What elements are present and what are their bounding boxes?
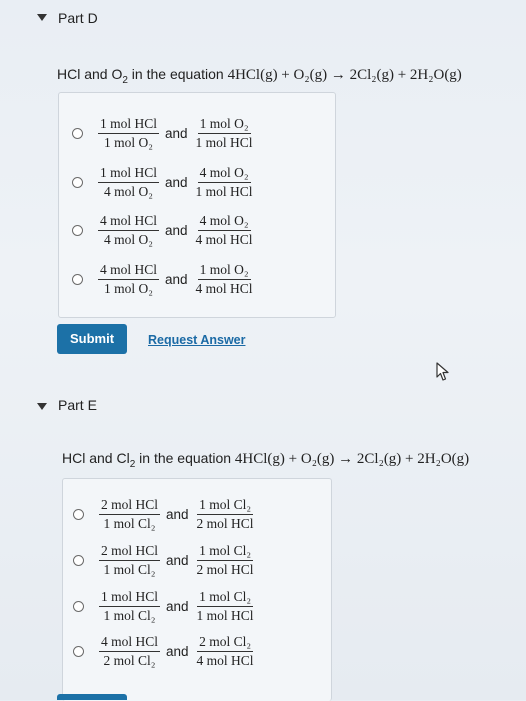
fraction: 2 mol HCl 1 mol Cl₂ xyxy=(99,543,161,578)
part-e-option-4[interactable]: 4 mol HCl 2 mol Cl₂ and 2 mol Cl₂ 4 mol HC… xyxy=(73,634,256,669)
part-e-submit-button-partial[interactable] xyxy=(57,694,127,700)
and-text: and xyxy=(166,599,189,614)
fraction: 1 mol O₂ 4 mol HCl xyxy=(194,262,255,297)
denominator: 4 mol O₂ xyxy=(104,232,153,247)
fraction: 1 mol Cl₂ 2 mol HCl xyxy=(195,543,256,578)
fraction: 1 mol Cl₂ 2 mol HCl xyxy=(195,497,256,532)
denominator: 2 mol HCl xyxy=(196,516,254,531)
numerator: 1 mol HCl xyxy=(99,589,161,607)
numerator: 4 mol O₂ xyxy=(197,213,251,231)
fraction: 1 mol Cl₂ 1 mol HCl xyxy=(195,589,256,624)
radio-button[interactable] xyxy=(72,177,83,188)
radio-button[interactable] xyxy=(73,509,84,520)
radio-button[interactable] xyxy=(72,128,83,139)
question-text: HCl and O xyxy=(57,66,123,82)
part-d-label[interactable]: Part D xyxy=(58,10,98,26)
fraction: 2 mol Cl₂ 4 mol HCl xyxy=(195,634,256,669)
numerator: 2 mol HCl xyxy=(99,497,161,515)
fraction: 2 mol HCl 1 mol Cl₂ xyxy=(99,497,161,532)
and-text: and xyxy=(166,553,189,568)
numerator: 2 mol HCl xyxy=(99,543,161,561)
fraction: 4 mol HCl 4 mol O₂ xyxy=(98,213,160,248)
and-text: and xyxy=(165,175,188,190)
numerator: 1 mol O₂ xyxy=(197,116,251,134)
collapse-caret-icon[interactable] xyxy=(37,403,47,410)
fraction: 1 mol HCl 1 mol O₂ xyxy=(98,116,160,151)
chemical-equation: 4HCl(g) + O₂(g) → 2Cl₂(g) + 2H₂O(g) xyxy=(234,451,470,467)
and-text: and xyxy=(166,507,189,522)
numerator: 1 mol O₂ xyxy=(197,262,251,280)
numerator: 1 mol Cl₂ xyxy=(197,543,254,561)
part-d-option-2[interactable]: 1 mol HCl 4 mol O₂ and 4 mol O₂ 1 mol HCl xyxy=(72,165,255,200)
radio-button[interactable] xyxy=(73,555,84,566)
numerator: 4 mol HCl xyxy=(99,634,161,652)
collapse-caret-icon[interactable] xyxy=(37,14,47,21)
part-e-option-1[interactable]: 2 mol HCl 1 mol Cl₂ and 1 mol Cl₂ 2 mol HC… xyxy=(73,497,256,532)
denominator: 4 mol HCl xyxy=(195,232,253,247)
denominator: 1 mol O₂ xyxy=(104,135,153,150)
and-text: and xyxy=(165,272,188,287)
numerator: 4 mol HCl xyxy=(98,262,160,280)
denominator: 4 mol HCl xyxy=(196,653,254,668)
numerator: 2 mol Cl₂ xyxy=(197,634,254,652)
and-text: and xyxy=(165,223,188,238)
denominator: 1 mol Cl₂ xyxy=(103,516,156,531)
part-d-option-4[interactable]: 4 mol HCl 1 mol O₂ and 1 mol O₂ 4 mol HCl xyxy=(72,262,255,297)
fraction: 4 mol O₂ 1 mol HCl xyxy=(194,165,255,200)
fraction: 4 mol HCl 2 mol Cl₂ xyxy=(99,634,161,669)
denominator: 1 mol O₂ xyxy=(104,281,153,296)
denominator: 1 mol HCl xyxy=(196,608,254,623)
numerator: 1 mol HCl xyxy=(98,116,160,134)
question-text-mid: in the equation xyxy=(135,450,235,466)
and-text: and xyxy=(165,126,188,141)
fraction: 4 mol O₂ 4 mol HCl xyxy=(194,213,255,248)
denominator: 1 mol Cl₂ xyxy=(103,608,156,623)
denominator: 4 mol O₂ xyxy=(104,184,153,199)
radio-button[interactable] xyxy=(73,601,84,612)
fraction: 1 mol HCl 4 mol O₂ xyxy=(98,165,160,200)
and-text: and xyxy=(166,644,189,659)
numerator: 1 mol HCl xyxy=(98,165,160,183)
denominator: 2 mol HCl xyxy=(196,562,254,577)
numerator: 1 mol Cl₂ xyxy=(197,497,254,515)
denominator: 2 mol Cl₂ xyxy=(103,653,156,668)
question-text: HCl and Cl xyxy=(62,450,130,466)
fraction: 4 mol HCl 1 mol O₂ xyxy=(98,262,160,297)
part-d-option-1[interactable]: 1 mol HCl 1 mol O₂ and 1 mol O₂ 1 mol HCl xyxy=(72,116,255,151)
part-e-question: HCl and Cl2 in the equation 4HCl(g) + O₂… xyxy=(62,450,469,470)
chemical-equation: 4HCl(g) + O₂(g) → 2Cl₂(g) + 2H₂O(g) xyxy=(227,67,462,83)
fraction: 1 mol HCl 1 mol Cl₂ xyxy=(99,589,161,624)
denominator: 4 mol HCl xyxy=(195,281,253,296)
part-e-option-2[interactable]: 2 mol HCl 1 mol Cl₂ and 1 mol Cl₂ 2 mol HC… xyxy=(73,543,256,578)
denominator: 1 mol HCl xyxy=(195,135,253,150)
mouse-cursor-icon xyxy=(436,362,449,381)
denominator: 1 mol Cl₂ xyxy=(103,562,156,577)
submit-button[interactable]: Submit xyxy=(57,324,127,354)
radio-button[interactable] xyxy=(72,274,83,285)
request-answer-link[interactable]: Request Answer xyxy=(148,333,245,347)
part-e-option-3[interactable]: 1 mol HCl 1 mol Cl₂ and 1 mol Cl₂ 1 mol HC… xyxy=(73,589,256,624)
part-d-question: HCl and O2 in the equation 4HCl(g) + O₂(… xyxy=(57,66,462,86)
numerator: 1 mol Cl₂ xyxy=(197,589,254,607)
fraction: 1 mol O₂ 1 mol HCl xyxy=(194,116,255,151)
denominator: 1 mol HCl xyxy=(195,184,253,199)
part-e-label[interactable]: Part E xyxy=(58,397,97,413)
question-text-mid: in the equation xyxy=(127,66,228,82)
part-d-option-3[interactable]: 4 mol HCl 4 mol O₂ and 4 mol O₂ 4 mol HCl xyxy=(72,213,255,248)
radio-button[interactable] xyxy=(73,646,84,657)
numerator: 4 mol HCl xyxy=(98,213,160,231)
numerator: 4 mol O₂ xyxy=(197,165,251,183)
radio-button[interactable] xyxy=(72,225,83,236)
